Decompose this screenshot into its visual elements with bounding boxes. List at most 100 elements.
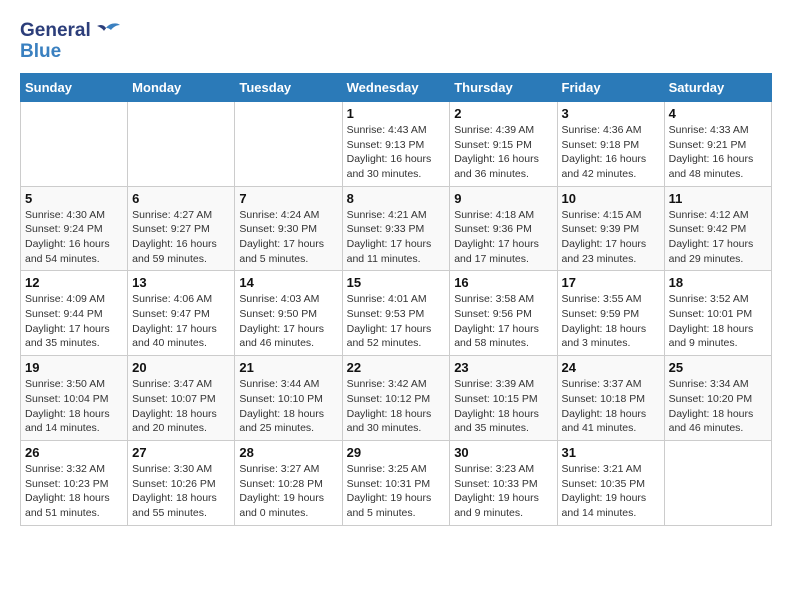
day-info: Sunrise: 3:47 AM Sunset: 10:07 PM Daylig… <box>132 377 230 436</box>
calendar-cell: 24 Sunrise: 3:37 AM Sunset: 10:18 PM Dayl… <box>557 356 664 441</box>
day-number: 26 <box>25 445 123 460</box>
calendar-header-row: SundayMondayTuesdayWednesdayThursdayFrid… <box>21 73 772 101</box>
calendar-cell: 23 Sunrise: 3:39 AM Sunset: 10:15 PM Dayl… <box>450 356 557 441</box>
calendar-cell: 6Sunrise: 4:27 AM Sunset: 9:27 PM Daylig… <box>128 186 235 271</box>
day-info: Sunrise: 4:21 AM Sunset: 9:33 PM Dayligh… <box>347 208 446 267</box>
day-number: 15 <box>347 275 446 290</box>
calendar-week-row: 26 Sunrise: 3:32 AM Sunset: 10:23 PM Dayl… <box>21 440 772 525</box>
day-number: 25 <box>669 360 767 375</box>
day-number: 12 <box>25 275 123 290</box>
day-info: Sunrise: 4:06 AM Sunset: 9:47 PM Dayligh… <box>132 292 230 351</box>
day-number: 27 <box>132 445 230 460</box>
day-number: 5 <box>25 191 123 206</box>
day-info: Sunrise: 4:03 AM Sunset: 9:50 PM Dayligh… <box>239 292 337 351</box>
day-number: 18 <box>669 275 767 290</box>
day-number: 2 <box>454 106 552 121</box>
day-number: 21 <box>239 360 337 375</box>
day-number: 4 <box>669 106 767 121</box>
day-number: 31 <box>562 445 660 460</box>
calendar-week-row: 19 Sunrise: 3:50 AM Sunset: 10:04 PM Dayl… <box>21 356 772 441</box>
calendar-cell: 28 Sunrise: 3:27 AM Sunset: 10:28 PM Dayl… <box>235 440 342 525</box>
day-number: 30 <box>454 445 552 460</box>
day-info: Sunrise: 4:12 AM Sunset: 9:42 PM Dayligh… <box>669 208 767 267</box>
day-number: 16 <box>454 275 552 290</box>
day-number: 20 <box>132 360 230 375</box>
day-info: Sunrise: 3:27 AM Sunset: 10:28 PM Daylig… <box>239 462 337 521</box>
day-number: 24 <box>562 360 660 375</box>
day-info: Sunrise: 3:44 AM Sunset: 10:10 PM Daylig… <box>239 377 337 436</box>
day-info: Sunrise: 3:50 AM Sunset: 10:04 PM Daylig… <box>25 377 123 436</box>
calendar-table: SundayMondayTuesdayWednesdayThursdayFrid… <box>20 73 772 526</box>
day-number: 22 <box>347 360 446 375</box>
day-number: 17 <box>562 275 660 290</box>
calendar-cell: 4 Sunrise: 4:33 AM Sunset: 9:21 PM Daylig… <box>664 101 771 186</box>
calendar-cell: 9 Sunrise: 4:18 AM Sunset: 9:36 PM Daylig… <box>450 186 557 271</box>
calendar-cell: 17Sunrise: 3:55 AM Sunset: 9:59 PM Dayli… <box>557 271 664 356</box>
weekday-header: Friday <box>557 73 664 101</box>
day-info: Sunrise: 4:18 AM Sunset: 9:36 PM Dayligh… <box>454 208 552 267</box>
day-number: 10 <box>562 191 660 206</box>
day-info: Sunrise: 3:21 AM Sunset: 10:35 PM Daylig… <box>562 462 660 521</box>
calendar-cell: 29Sunrise: 3:25 AM Sunset: 10:31 PM Dayl… <box>342 440 450 525</box>
calendar-week-row: 5Sunrise: 4:30 AM Sunset: 9:24 PM Daylig… <box>21 186 772 271</box>
day-number: 8 <box>347 191 446 206</box>
day-info: Sunrise: 4:09 AM Sunset: 9:44 PM Dayligh… <box>25 292 123 351</box>
day-info: Sunrise: 3:58 AM Sunset: 9:56 PM Dayligh… <box>454 292 552 351</box>
calendar-cell <box>664 440 771 525</box>
day-number: 19 <box>25 360 123 375</box>
calendar-cell: 1Sunrise: 4:43 AM Sunset: 9:13 PM Daylig… <box>342 101 450 186</box>
day-info: Sunrise: 4:15 AM Sunset: 9:39 PM Dayligh… <box>562 208 660 267</box>
day-info: Sunrise: 4:33 AM Sunset: 9:21 PM Dayligh… <box>669 123 767 182</box>
weekday-header: Sunday <box>21 73 128 101</box>
calendar-cell: 18 Sunrise: 3:52 AM Sunset: 10:01 PM Dayl… <box>664 271 771 356</box>
day-info: Sunrise: 3:25 AM Sunset: 10:31 PM Daylig… <box>347 462 446 521</box>
day-number: 7 <box>239 191 337 206</box>
weekday-header: Tuesday <box>235 73 342 101</box>
calendar-cell: 15 Sunrise: 4:01 AM Sunset: 9:53 PM Dayli… <box>342 271 450 356</box>
day-info: Sunrise: 4:36 AM Sunset: 9:18 PM Dayligh… <box>562 123 660 182</box>
calendar-cell: 27 Sunrise: 3:30 AM Sunset: 10:26 PM Dayl… <box>128 440 235 525</box>
calendar-cell: 7 Sunrise: 4:24 AM Sunset: 9:30 PM Daylig… <box>235 186 342 271</box>
day-info: Sunrise: 3:30 AM Sunset: 10:26 PM Daylig… <box>132 462 230 521</box>
calendar-week-row: 1Sunrise: 4:43 AM Sunset: 9:13 PM Daylig… <box>21 101 772 186</box>
calendar-cell: 14 Sunrise: 4:03 AM Sunset: 9:50 PM Dayli… <box>235 271 342 356</box>
day-info: Sunrise: 4:01 AM Sunset: 9:53 PM Dayligh… <box>347 292 446 351</box>
weekday-header: Thursday <box>450 73 557 101</box>
weekday-header: Monday <box>128 73 235 101</box>
day-info: Sunrise: 3:34 AM Sunset: 10:20 PM Daylig… <box>669 377 767 436</box>
calendar-cell: 20 Sunrise: 3:47 AM Sunset: 10:07 PM Dayl… <box>128 356 235 441</box>
logo-bird-icon <box>91 20 121 42</box>
calendar-week-row: 12 Sunrise: 4:09 AM Sunset: 9:44 PM Dayli… <box>21 271 772 356</box>
day-info: Sunrise: 3:23 AM Sunset: 10:33 PM Daylig… <box>454 462 552 521</box>
logo-general-text: General <box>20 21 91 42</box>
day-number: 3 <box>562 106 660 121</box>
day-number: 14 <box>239 275 337 290</box>
calendar-cell: 16 Sunrise: 3:58 AM Sunset: 9:56 PM Dayli… <box>450 271 557 356</box>
day-info: Sunrise: 3:39 AM Sunset: 10:15 PM Daylig… <box>454 377 552 436</box>
day-info: Sunrise: 4:39 AM Sunset: 9:15 PM Dayligh… <box>454 123 552 182</box>
day-info: Sunrise: 3:42 AM Sunset: 10:12 PM Daylig… <box>347 377 446 436</box>
calendar-cell: 26 Sunrise: 3:32 AM Sunset: 10:23 PM Dayl… <box>21 440 128 525</box>
logo-blue-text: Blue <box>20 42 61 63</box>
calendar-cell: 2 Sunrise: 4:39 AM Sunset: 9:15 PM Daylig… <box>450 101 557 186</box>
day-number: 13 <box>132 275 230 290</box>
day-number: 28 <box>239 445 337 460</box>
calendar-cell: 19 Sunrise: 3:50 AM Sunset: 10:04 PM Dayl… <box>21 356 128 441</box>
calendar-cell: 8 Sunrise: 4:21 AM Sunset: 9:33 PM Daylig… <box>342 186 450 271</box>
calendar-cell: 12 Sunrise: 4:09 AM Sunset: 9:44 PM Dayli… <box>21 271 128 356</box>
day-info: Sunrise: 4:24 AM Sunset: 9:30 PM Dayligh… <box>239 208 337 267</box>
day-info: Sunrise: 3:32 AM Sunset: 10:23 PM Daylig… <box>25 462 123 521</box>
calendar-cell: 25 Sunrise: 3:34 AM Sunset: 10:20 PM Dayl… <box>664 356 771 441</box>
day-info: Sunrise: 3:37 AM Sunset: 10:18 PM Daylig… <box>562 377 660 436</box>
day-number: 23 <box>454 360 552 375</box>
day-info: Sunrise: 3:52 AM Sunset: 10:01 PM Daylig… <box>669 292 767 351</box>
day-info: Sunrise: 4:27 AM Sunset: 9:27 PM Dayligh… <box>132 208 230 267</box>
calendar-cell: 31 Sunrise: 3:21 AM Sunset: 10:35 PM Dayl… <box>557 440 664 525</box>
calendar-cell <box>21 101 128 186</box>
logo: General Blue <box>20 20 121 63</box>
calendar-cell: 3 Sunrise: 4:36 AM Sunset: 9:18 PM Daylig… <box>557 101 664 186</box>
calendar-cell: 21 Sunrise: 3:44 AM Sunset: 10:10 PM Dayl… <box>235 356 342 441</box>
day-number: 11 <box>669 191 767 206</box>
day-number: 9 <box>454 191 552 206</box>
weekday-header: Wednesday <box>342 73 450 101</box>
